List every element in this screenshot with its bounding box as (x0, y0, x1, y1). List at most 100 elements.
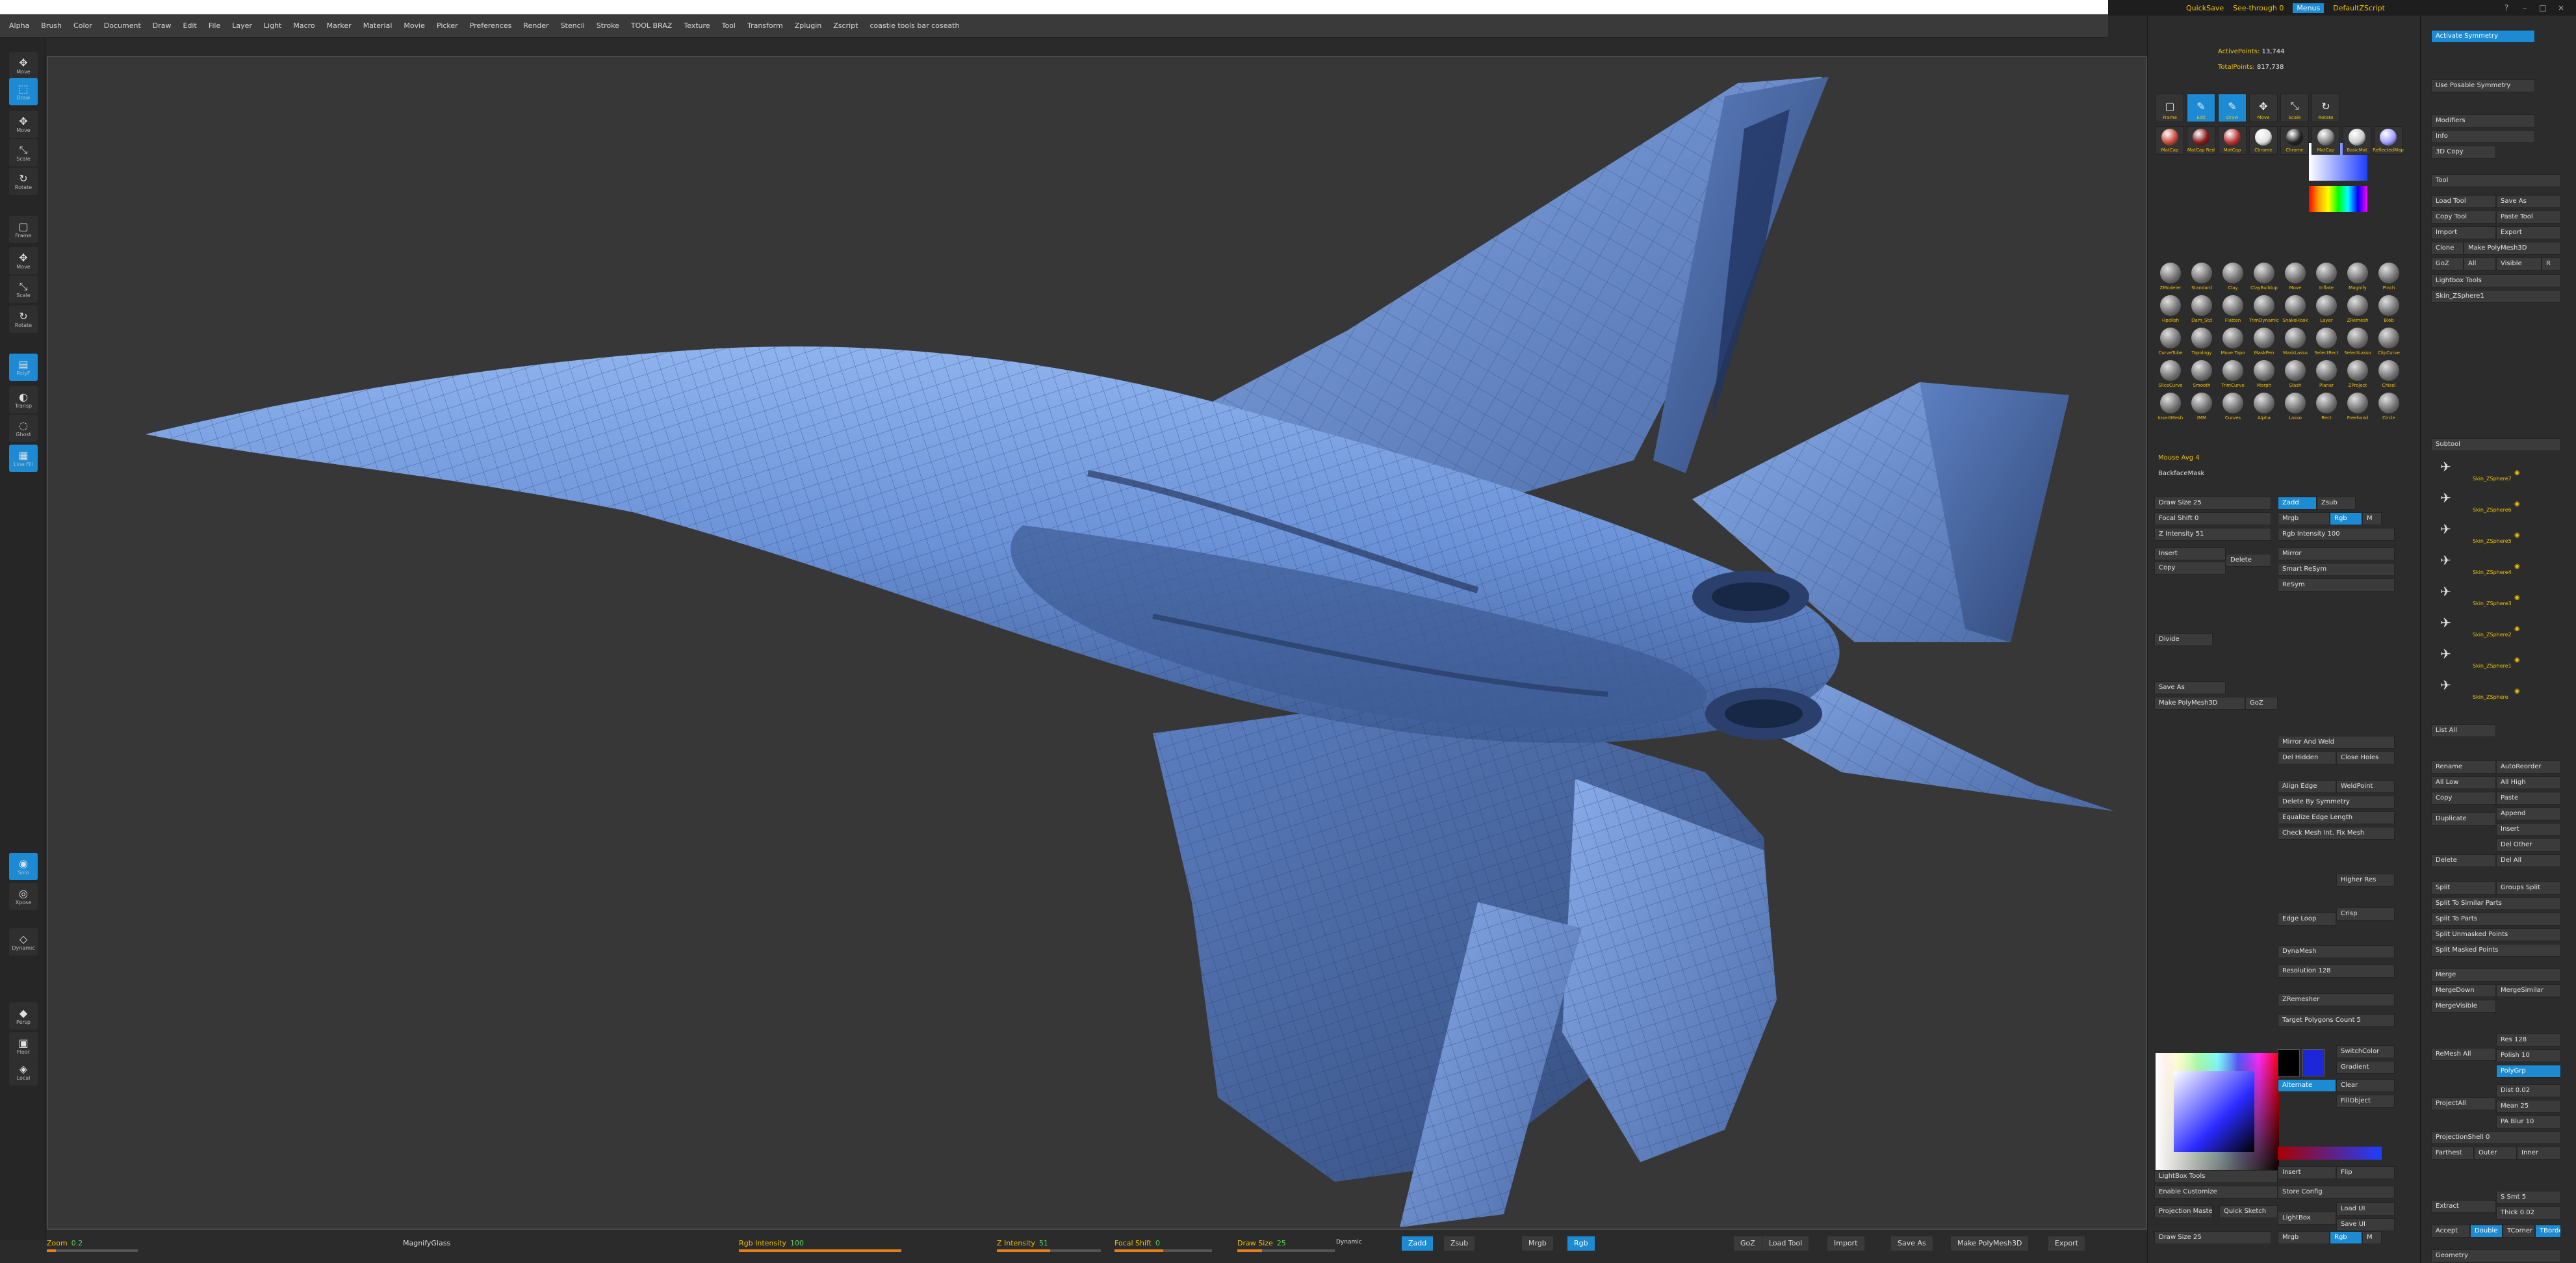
brush-zproject[interactable]: ZProject (2343, 360, 2373, 391)
res-control[interactable]: Res 128 (2496, 1034, 2561, 1047)
shelf-solo-button[interactable]: ◉ Solo (9, 853, 38, 880)
lightbox-tools-control[interactable]: Lightbox Tools (2431, 274, 2561, 287)
brush-dam-std[interactable]: Dam_Std (2187, 295, 2217, 326)
visibility-eye-icon[interactable]: ◉ (2514, 563, 2520, 570)
shelf-draw-button[interactable]: ⬚ Draw (9, 78, 38, 105)
shelf-transp-button[interactable]: ◐ Transp (9, 386, 38, 413)
menu-tool[interactable]: Tool (722, 21, 736, 30)
remesh-all-control[interactable]: ReMesh All (2431, 1048, 2496, 1061)
shelf-move-button[interactable]: ✥ Move (9, 52, 38, 79)
menu-marker[interactable]: Marker (327, 21, 352, 30)
brush-maskpen[interactable]: MaskPen (2249, 328, 2279, 359)
load-tool-button[interactable]: Load Tool (1762, 1236, 1809, 1251)
store-config-control[interactable]: Store Config (2278, 1186, 2395, 1199)
tborder-control[interactable]: TBorder (2535, 1225, 2561, 1238)
export-control[interactable]: Export (2496, 226, 2561, 239)
shelf-move-button[interactable]: ✥ Move (9, 111, 38, 138)
maximize-icon[interactable]: □ (2538, 3, 2547, 12)
shelf-scale-button[interactable]: ⤡ Scale (9, 139, 38, 166)
split-similar-control[interactable]: Split To Similar Parts (2431, 897, 2561, 910)
brush-magnify[interactable]: Magnify (2343, 263, 2373, 294)
delete-by-sym-control[interactable]: Delete By Symmetry (2278, 796, 2395, 809)
brush-move-topo[interactable]: Move Topo (2218, 328, 2248, 359)
farthest-control[interactable]: Farthest (2431, 1147, 2474, 1160)
m-control[interactable]: M (2362, 512, 2382, 525)
visibility-eye-icon[interactable]: ◉ (2514, 625, 2520, 632)
groups-split-control[interactable]: Groups Split (2496, 881, 2561, 894)
tool-tile-move[interactable]: ✥ Move (2249, 94, 2278, 122)
merge-control[interactable]: Merge (2431, 969, 2561, 982)
visibility-eye-icon[interactable]: ◉ (2514, 501, 2520, 508)
shelf-persp-button[interactable]: ◆ Persp (9, 1002, 38, 1030)
brush-curvetube[interactable]: CurveTube (2156, 328, 2185, 359)
thick-control[interactable]: Thick 0.02 (2496, 1206, 2561, 1219)
mirror-weld-control[interactable]: Mirror And Weld (2278, 736, 2395, 749)
mean-control[interactable]: Mean 25 (2496, 1100, 2561, 1113)
rgb-button[interactable]: Rgb (1567, 1236, 1595, 1251)
all-low-control[interactable]: All Low (2431, 776, 2496, 789)
brush-zremesh[interactable]: ZRemesh (2343, 295, 2373, 326)
save-ui-control[interactable]: Save UI (2336, 1218, 2395, 1231)
geometry-control[interactable]: Geometry (2431, 1249, 2561, 1262)
material-basicmat[interactable]: BasicMat (2343, 126, 2371, 155)
dynamic-toggle[interactable]: Dynamic (1336, 1239, 1362, 1245)
color-gradient-bar[interactable] (2278, 1147, 2382, 1160)
shelf-xpose-button[interactable]: ◎ Xpose (9, 883, 38, 910)
color-picker-square[interactable] (2174, 1071, 2254, 1152)
brush-layer[interactable]: Layer (2312, 295, 2341, 326)
export-button[interactable]: Export (2048, 1236, 2085, 1251)
magnify-glass-button[interactable]: MagnifyGlass (403, 1239, 450, 1247)
visibility-eye-icon[interactable]: ◉ (2514, 688, 2520, 695)
switchcolor-control[interactable]: SwitchColor (2336, 1045, 2395, 1058)
accept-control[interactable]: Accept (2431, 1225, 2470, 1238)
material-chrome[interactable]: Chrome (2280, 126, 2309, 155)
enable-customize-control[interactable]: Enable Customize (2154, 1186, 2278, 1199)
load-ui-control[interactable]: Load UI (2336, 1203, 2395, 1216)
alternate-control[interactable]: Alternate (2278, 1079, 2336, 1092)
polygroup-control[interactable]: PolyGrp (2496, 1065, 2561, 1078)
see-through-slider[interactable]: See-through 0 (2233, 4, 2284, 12)
brush-planar[interactable]: Planar (2312, 360, 2341, 391)
tcorner-control[interactable]: TCorner (2503, 1225, 2535, 1238)
subtool-item[interactable]: ✈ Skin_ZSphere5 ◉ (2436, 520, 2566, 550)
close-icon[interactable]: × (2557, 3, 2566, 12)
brush-snakehook[interactable]: SnakeHook (2280, 295, 2310, 326)
brush-imm[interactable]: IMM (2187, 393, 2217, 424)
menu-alpha[interactable]: Alpha (9, 21, 29, 30)
brush-hpolish[interactable]: Hpolish (2156, 295, 2185, 326)
brush-inflate[interactable]: Inflate (2312, 263, 2341, 294)
menu-zscript[interactable]: Zscript (833, 21, 858, 30)
brush-selectrect[interactable]: SelectRect (2312, 328, 2341, 359)
split-masked-control[interactable]: Split Masked Points (2431, 944, 2561, 957)
rename-control[interactable]: Rename (2431, 761, 2496, 774)
dist-control[interactable]: Dist 0.02 (2496, 1084, 2561, 1097)
import-control[interactable]: Import (2431, 226, 2496, 239)
visibility-eye-icon[interactable]: ◉ (2514, 469, 2520, 476)
brush-rect[interactable]: Rect (2312, 393, 2341, 424)
brush-zmodeler[interactable]: ZModeler (2156, 263, 2185, 294)
menu-file[interactable]: File (209, 21, 220, 30)
load-tool-control[interactable]: Load Tool (2431, 195, 2496, 208)
goz-button[interactable]: GoZ (1734, 1236, 1762, 1251)
subtool-item[interactable]: ✈ Skin_ZSphere4 ◉ (2436, 551, 2566, 581)
shelf-floor-button[interactable]: ▣ Floor (9, 1032, 38, 1060)
brush-claybuildup[interactable]: ClayBuildup (2249, 263, 2279, 294)
material-chrome[interactable]: Chrome (2249, 126, 2278, 155)
goz-control[interactable]: GoZ (2431, 257, 2464, 270)
crisp-control[interactable]: Crisp (2336, 907, 2395, 920)
zsub-control[interactable]: Zsub (2317, 497, 2356, 510)
rgb2-control[interactable]: Rgb (2330, 1231, 2362, 1244)
brush-trimcurve[interactable]: TrimCurve (2218, 360, 2248, 391)
rgb-intensity-control[interactable]: Rgb Intensity 100 (2278, 528, 2395, 541)
higher-res-control[interactable]: Higher Res (2336, 874, 2395, 887)
r-control[interactable]: R (2542, 257, 2561, 270)
visibility-eye-icon[interactable]: ◉ (2514, 657, 2520, 664)
menu-preferences[interactable]: Preferences (470, 21, 512, 30)
brush-freehand[interactable]: Freehand (2343, 393, 2373, 424)
menu-draw[interactable]: Draw (153, 21, 172, 30)
visible-control[interactable]: Visible (2496, 257, 2542, 270)
z-intensity-slider[interactable]: Z Intensity 51 (997, 1239, 1048, 1247)
brush-slash[interactable]: Slash (2280, 360, 2310, 391)
mrgb2-control[interactable]: Mrgb (2278, 1231, 2330, 1244)
help-icon[interactable]: ? (2502, 3, 2511, 12)
